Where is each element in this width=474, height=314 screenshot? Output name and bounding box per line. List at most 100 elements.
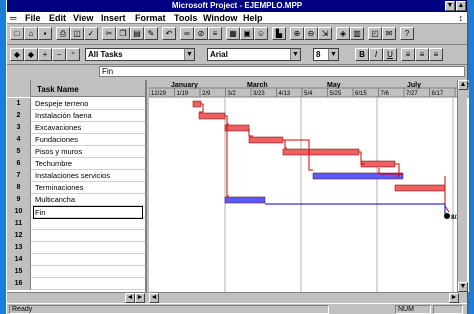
menu-tools[interactable]: Tools — [174, 13, 197, 23]
select-all-corner[interactable] — [7, 80, 31, 97]
title-bar[interactable]: Microsoft Project - EJEMPLO.MPP ▼ ▲ — [7, 0, 467, 12]
table-row[interactable]: 13 — [7, 242, 145, 254]
chevron-down-icon[interactable]: ▼ — [290, 49, 300, 60]
row-number[interactable]: 9 — [7, 194, 31, 206]
task-name-cell[interactable]: Instalaciones servicios — [35, 170, 110, 181]
table-row[interactable]: 11 — [7, 218, 145, 230]
filter-icon[interactable]: ▥ — [350, 27, 364, 40]
task-name-cell[interactable]: Instalación faena — [35, 110, 92, 121]
task-name-cell[interactable]: Pisos y muros — [35, 146, 82, 157]
scroll-right-icon[interactable]: ► — [449, 293, 459, 303]
table-row[interactable]: 7 Instalaciones servicios — [7, 170, 145, 182]
show-subtasks-icon[interactable]: + — [38, 48, 52, 61]
format-painter-icon[interactable]: ✎ — [144, 27, 158, 40]
open-icon[interactable]: ⌂ — [24, 27, 38, 40]
paste-icon[interactable]: ▤ — [130, 27, 144, 40]
table-row[interactable]: 1 Despeje terreno — [7, 98, 145, 110]
row-number[interactable]: 11 — [7, 218, 31, 230]
print-icon[interactable]: ⎙ — [56, 27, 70, 40]
indent-icon[interactable]: ◆ — [24, 48, 38, 61]
bold-icon[interactable]: B — [355, 48, 369, 61]
minimize-button[interactable]: ▼ — [445, 1, 455, 11]
row-number[interactable]: 12 — [7, 230, 31, 242]
scroll-down-icon[interactable]: ▼ — [458, 282, 468, 292]
table-row[interactable]: 4 Fundaciones — [7, 134, 145, 146]
zoom-out-icon[interactable]: ⊖ — [304, 27, 318, 40]
control-menu-icon[interactable]: ═ — [10, 13, 16, 23]
save-icon[interactable]: ▪ — [38, 27, 52, 40]
link-tasks-icon[interactable]: ∞ — [180, 27, 194, 40]
row-number[interactable]: 10 — [7, 206, 31, 218]
table-row[interactable]: 15 — [7, 266, 145, 278]
table-row[interactable]: 16 — [7, 278, 145, 290]
font-size-select[interactable]: 8 ▼ — [313, 48, 339, 61]
outdent-icon[interactable]: ◆ — [10, 48, 24, 61]
assign-icon[interactable]: ☺ — [254, 27, 268, 40]
zoom-in-icon[interactable]: ⊕ — [290, 27, 304, 40]
menu-file[interactable]: File — [25, 13, 41, 23]
preview-icon[interactable]: ◫ — [70, 27, 84, 40]
row-number[interactable]: 15 — [7, 266, 31, 278]
chevron-down-icon[interactable]: ▼ — [328, 49, 338, 60]
task-name-cell[interactable]: Techumbre — [35, 158, 72, 169]
gantt-wizard-icon[interactable]: ◈ — [336, 27, 350, 40]
table-row[interactable]: 14 — [7, 254, 145, 266]
task-name-cell[interactable]: Fundaciones — [35, 134, 78, 145]
table-row[interactable]: 6 Techumbre — [7, 158, 145, 170]
menu-edit[interactable]: Edit — [49, 13, 66, 23]
task-name-cell[interactable]: Terminaciones — [35, 182, 83, 193]
row-number[interactable]: 13 — [7, 242, 31, 254]
task-info-icon[interactable]: ▦ — [226, 27, 240, 40]
scroll-up-icon[interactable]: ▲ — [458, 80, 468, 90]
gantt-horizontal-scrollbar[interactable]: ◄ ► — [149, 292, 459, 303]
row-number[interactable]: 8 — [7, 182, 31, 194]
help-icon[interactable]: ? — [400, 27, 414, 40]
menu-help[interactable]: Help — [243, 13, 263, 23]
cut-icon[interactable]: ✂ — [102, 27, 116, 40]
font-select[interactable]: Arial ▼ — [207, 48, 301, 61]
table-row[interactable]: 2 Instalación faena — [7, 110, 145, 122]
doc-restore-icon[interactable]: ↕ — [459, 13, 464, 23]
entry-field[interactable]: Fin — [99, 66, 465, 77]
table-row[interactable]: 9 Multicancha — [7, 194, 145, 206]
hide-subtasks-icon[interactable]: − — [52, 48, 66, 61]
italic-icon[interactable]: I — [369, 48, 383, 61]
row-number[interactable]: 3 — [7, 122, 31, 134]
menu-format[interactable]: Format — [135, 13, 166, 23]
column-task-name[interactable]: Task Name — [37, 85, 79, 94]
table-row[interactable]: 3 Excavaciones — [7, 122, 145, 134]
unlink-tasks-icon[interactable]: ⊘ — [194, 27, 208, 40]
row-number[interactable]: 14 — [7, 254, 31, 266]
menu-insert[interactable]: Insert — [101, 13, 126, 23]
split-icon[interactable]: ≡ — [208, 27, 222, 40]
align-right-icon[interactable]: ≡ — [429, 48, 443, 61]
row-number[interactable]: 4 — [7, 134, 31, 146]
scroll-left-icon[interactable]: ◄ — [149, 293, 159, 303]
table-row[interactable]: 8 Terminaciones — [7, 182, 145, 194]
table-row[interactable]: 12 — [7, 230, 145, 242]
row-number[interactable]: 6 — [7, 158, 31, 170]
calendar-icon[interactable]: ◰ — [368, 27, 382, 40]
table-row[interactable]: 5 Pisos y muros — [7, 146, 145, 158]
resource-icon[interactable]: ▙ — [272, 27, 286, 40]
task-name-cell[interactable]: Multicancha — [35, 194, 75, 205]
menu-view[interactable]: View — [73, 13, 93, 23]
row-number[interactable]: 2 — [7, 110, 31, 122]
underline-icon[interactable]: U — [383, 48, 397, 61]
filter-select[interactable]: All Tasks ▼ — [85, 48, 195, 61]
table-horizontal-scrollbar[interactable]: ◄ ► — [7, 292, 147, 303]
new-icon[interactable]: □ — [10, 27, 24, 40]
align-center-icon[interactable]: ≡ — [415, 48, 429, 61]
notes-icon[interactable]: ▣ — [240, 27, 254, 40]
row-number[interactable]: 1 — [7, 98, 31, 110]
task-name-cell[interactable]: Excavaciones — [35, 122, 81, 133]
undo-icon[interactable]: ↶ — [162, 27, 176, 40]
mail-icon[interactable]: ✉ — [382, 27, 396, 40]
row-number[interactable]: 16 — [7, 278, 31, 290]
row-number[interactable]: 5 — [7, 146, 31, 158]
goto-task-icon[interactable]: ⇲ — [318, 27, 332, 40]
spelling-icon[interactable]: ✓ — [84, 27, 98, 40]
table-row[interactable]: 10 Fin — [7, 206, 145, 219]
maximize-button[interactable]: ▲ — [456, 1, 466, 11]
show-all-icon[interactable]: ⁺ — [66, 48, 80, 61]
